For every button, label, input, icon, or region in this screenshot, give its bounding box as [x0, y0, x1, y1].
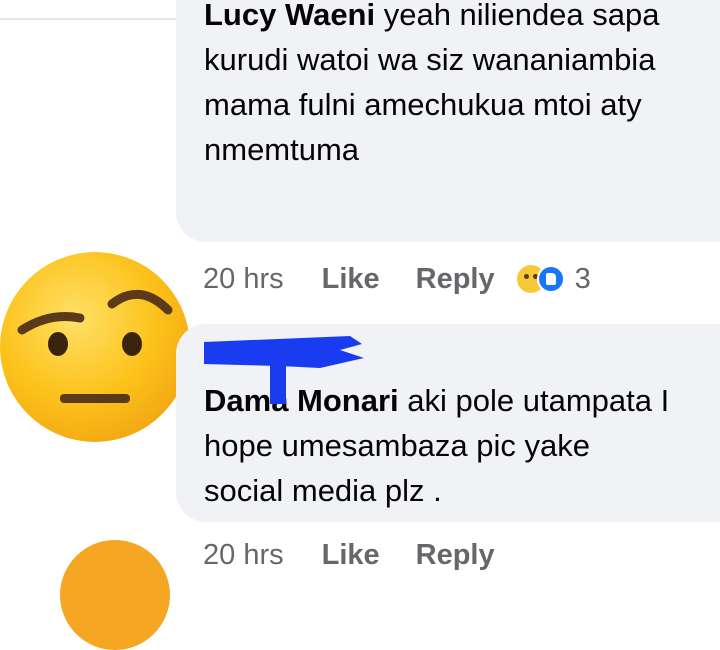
reactions-summary[interactable] — [516, 265, 565, 293]
reaction-count: 3 — [574, 262, 591, 295]
next-comment-avatar[interactable] — [60, 540, 170, 650]
like-button[interactable]: Like — [322, 263, 380, 296]
comment-bubble: Lucy Waeni yeah niliendea sapa kurudi wa… — [176, 0, 720, 242]
raised-eyebrow-emoji-avatar[interactable] — [0, 252, 190, 442]
like-thumb-icon — [536, 265, 565, 293]
like-button[interactable]: Like — [322, 539, 380, 572]
reply-button[interactable]: Reply — [416, 539, 495, 572]
reply-button[interactable]: Reply — [416, 263, 495, 296]
comment-meta-row: 20 hrs Like Reply 3 — [203, 258, 591, 300]
comment-meta-row: 20 hrs Like Reply — [203, 534, 531, 576]
comment-timestamp[interactable]: 20 hrs — [203, 263, 284, 296]
comment-timestamp[interactable]: 20 hrs — [203, 539, 284, 572]
comment-text: Lucy Waeni yeah niliendea sapa kurudi wa… — [204, 0, 674, 172]
redaction-scribble — [204, 336, 364, 404]
comment-author[interactable]: Lucy Waeni — [204, 0, 375, 32]
